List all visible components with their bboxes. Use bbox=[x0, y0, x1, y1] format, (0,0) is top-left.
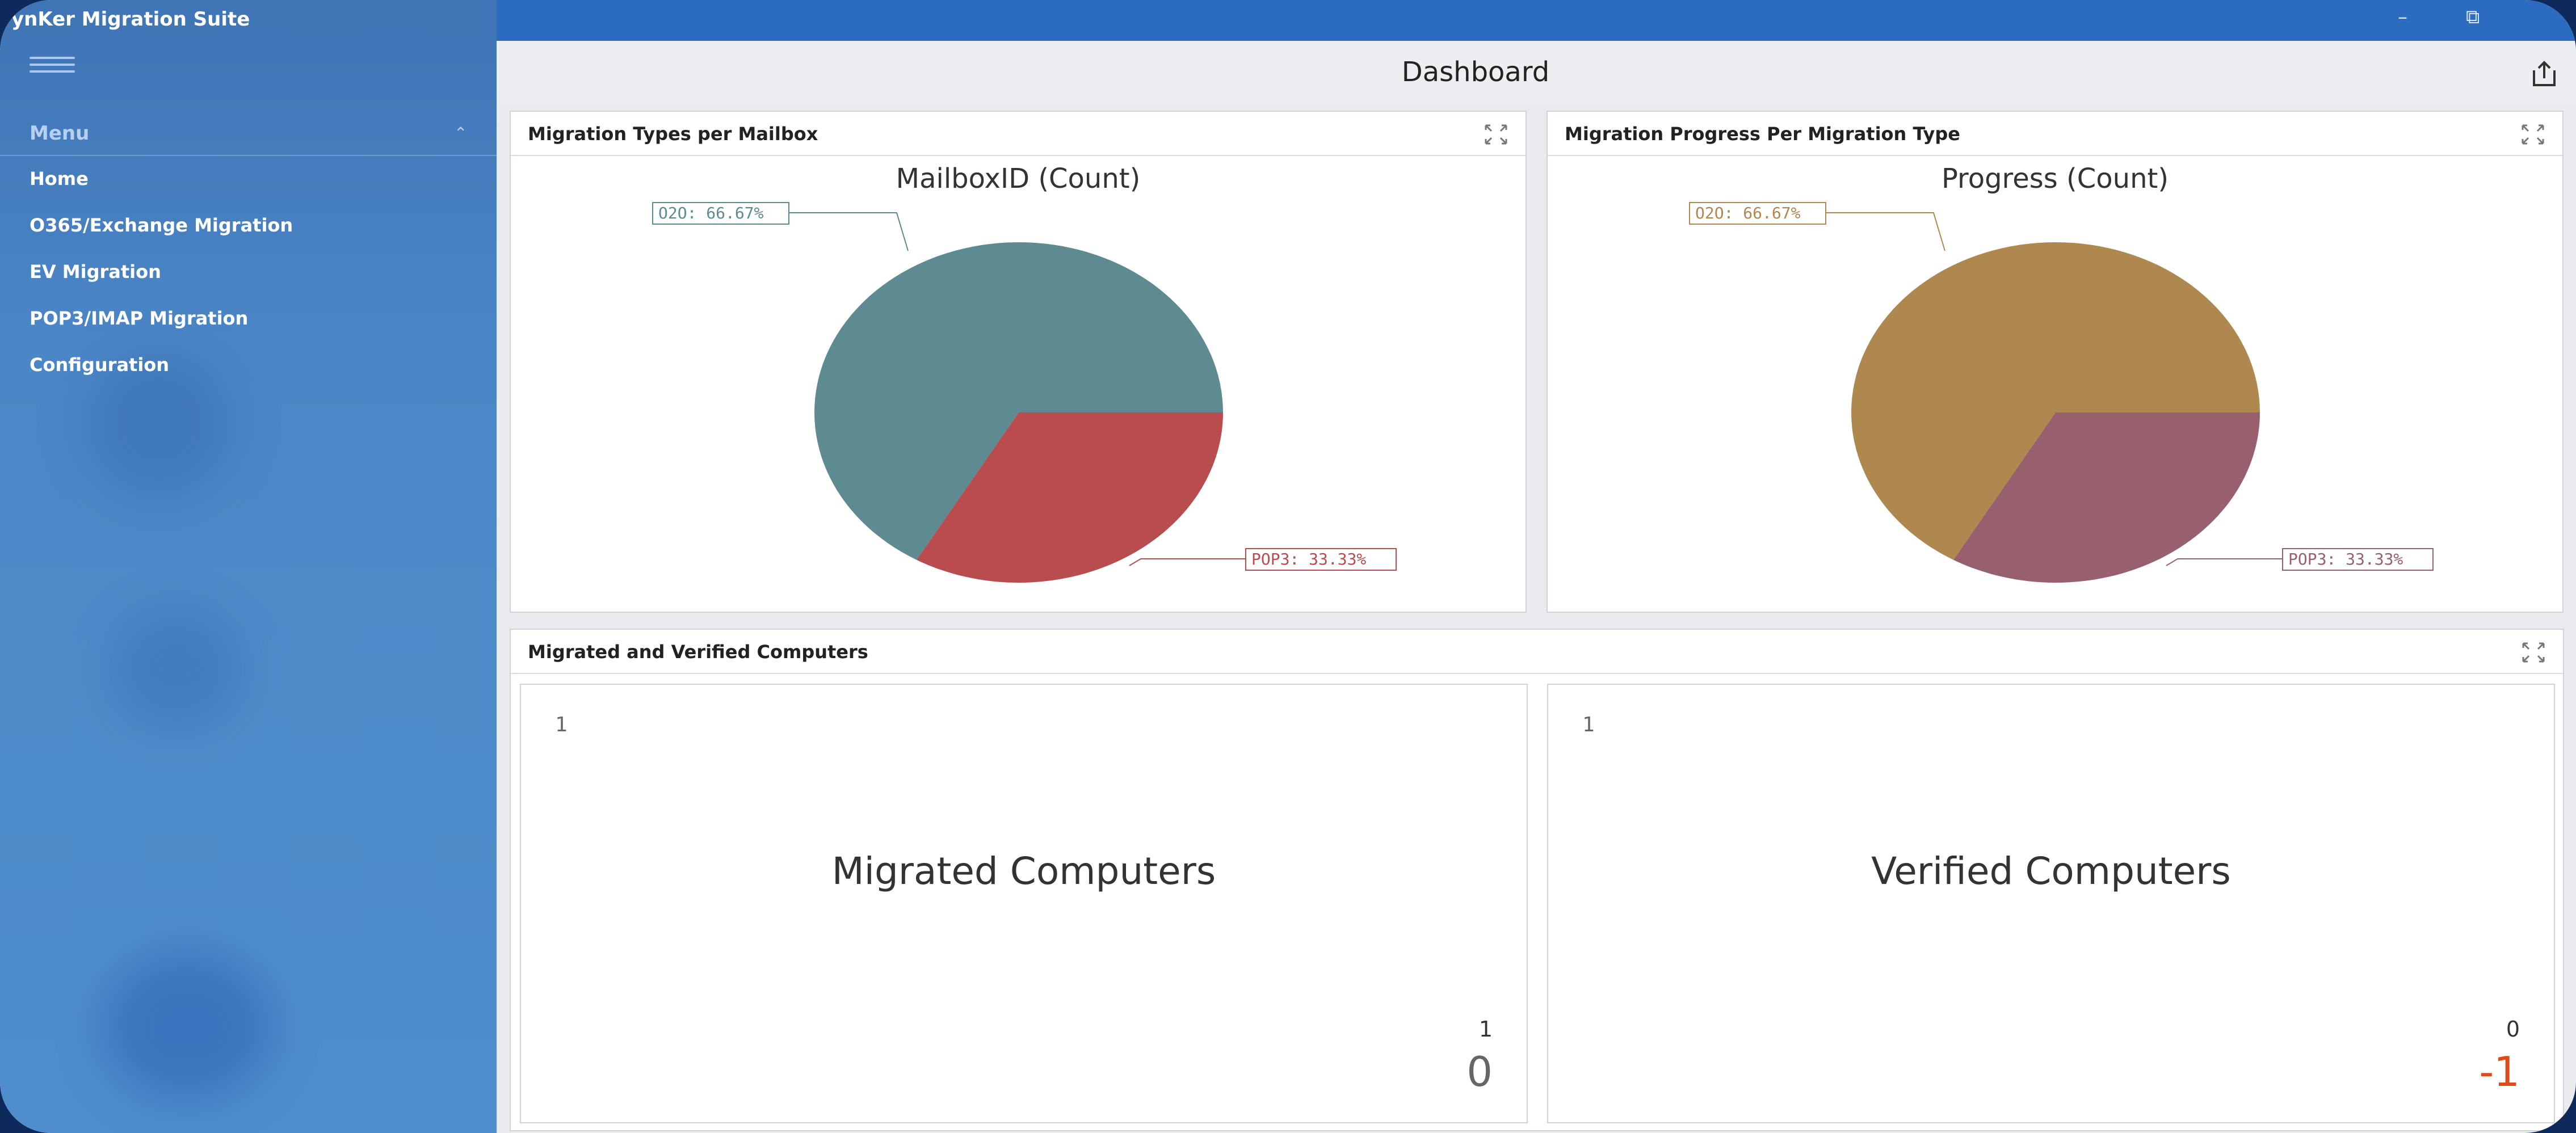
card-verified-computers: 1 Verified Computers 0 -1 bbox=[1547, 684, 2555, 1123]
card-value: -1 bbox=[2479, 1048, 2520, 1096]
minimize-button[interactable]: – bbox=[2398, 6, 2407, 28]
card-target: 1 bbox=[1478, 1017, 1493, 1042]
panel-computers: Migrated and Verified Computers 1 Migrat… bbox=[510, 629, 2564, 1131]
restore-button[interactable]: ⧉ bbox=[2466, 6, 2480, 28]
card-label: Migrated Computers bbox=[831, 849, 1216, 893]
card-label: Verified Computers bbox=[1871, 849, 2231, 893]
page-header: Dashboard bbox=[497, 41, 2576, 103]
app-window: ynKer Migration Suite Menu ⌃ Home O365/E… bbox=[0, 0, 2576, 1133]
card-migrated-computers: 1 Migrated Computers 1 0 bbox=[520, 684, 1528, 1123]
data-label: POP3: 33.33% bbox=[1251, 550, 1366, 568]
pie-chart-progress: O2O: 66.67% POP3: 33.33% bbox=[1689, 202, 2434, 583]
data-label: O2O: 66.67% bbox=[658, 204, 764, 222]
app-title: ynKer Migration Suite bbox=[11, 8, 250, 31]
label-leader-line bbox=[789, 212, 909, 251]
label-leader-line bbox=[1826, 212, 1945, 251]
export-icon[interactable] bbox=[2528, 58, 2560, 90]
sidebar-item-home[interactable]: Home bbox=[30, 159, 89, 199]
card-value: 0 bbox=[1466, 1048, 1493, 1096]
sidebar-item-ev-migration[interactable]: EV Migration bbox=[30, 252, 161, 292]
label-leader-line bbox=[1129, 558, 1246, 566]
data-label: POP3: 33.33% bbox=[2288, 550, 2403, 568]
chevron-up-icon[interactable]: ⌃ bbox=[454, 111, 467, 156]
card-index: 1 bbox=[1582, 713, 1595, 736]
panel-migration-progress: Migration Progress Per Migration Type Pr… bbox=[1547, 111, 2564, 613]
sidebar-item-o365-exchange-migration[interactable]: O365/Exchange Migration bbox=[30, 205, 293, 245]
menu-label: Menu bbox=[30, 122, 90, 145]
data-label: O2O: 66.67% bbox=[1695, 204, 1801, 222]
background-blob bbox=[114, 613, 238, 726]
sidebar: ynKer Migration Suite Menu ⌃ Home O365/E… bbox=[0, 0, 497, 1133]
panel-title: Migrated and Verified Computers bbox=[528, 641, 868, 663]
page-title: Dashboard bbox=[1401, 56, 1550, 88]
pie-chart-mailbox: O2O: 66.67% POP3: 33.33% bbox=[652, 202, 1397, 583]
window-title-bar: – ⧉ bbox=[497, 0, 2576, 41]
panel-migration-types: Migration Types per Mailbox MailboxID (C… bbox=[510, 111, 1527, 613]
label-leader-line bbox=[2166, 558, 2283, 566]
panel-header: Migrated and Verified Computers bbox=[511, 630, 2563, 674]
sidebar-item-configuration[interactable]: Configuration bbox=[30, 345, 169, 385]
menu-section-header[interactable]: Menu ⌃ bbox=[0, 111, 497, 156]
hamburger-menu-icon[interactable] bbox=[30, 57, 75, 74]
card-index: 1 bbox=[555, 713, 568, 736]
card-target: 0 bbox=[2506, 1017, 2520, 1042]
expand-icon[interactable] bbox=[2521, 641, 2546, 664]
background-blob bbox=[102, 953, 272, 1101]
sidebar-item-pop3-imap-migration[interactable]: POP3/IMAP Migration bbox=[30, 298, 248, 338]
